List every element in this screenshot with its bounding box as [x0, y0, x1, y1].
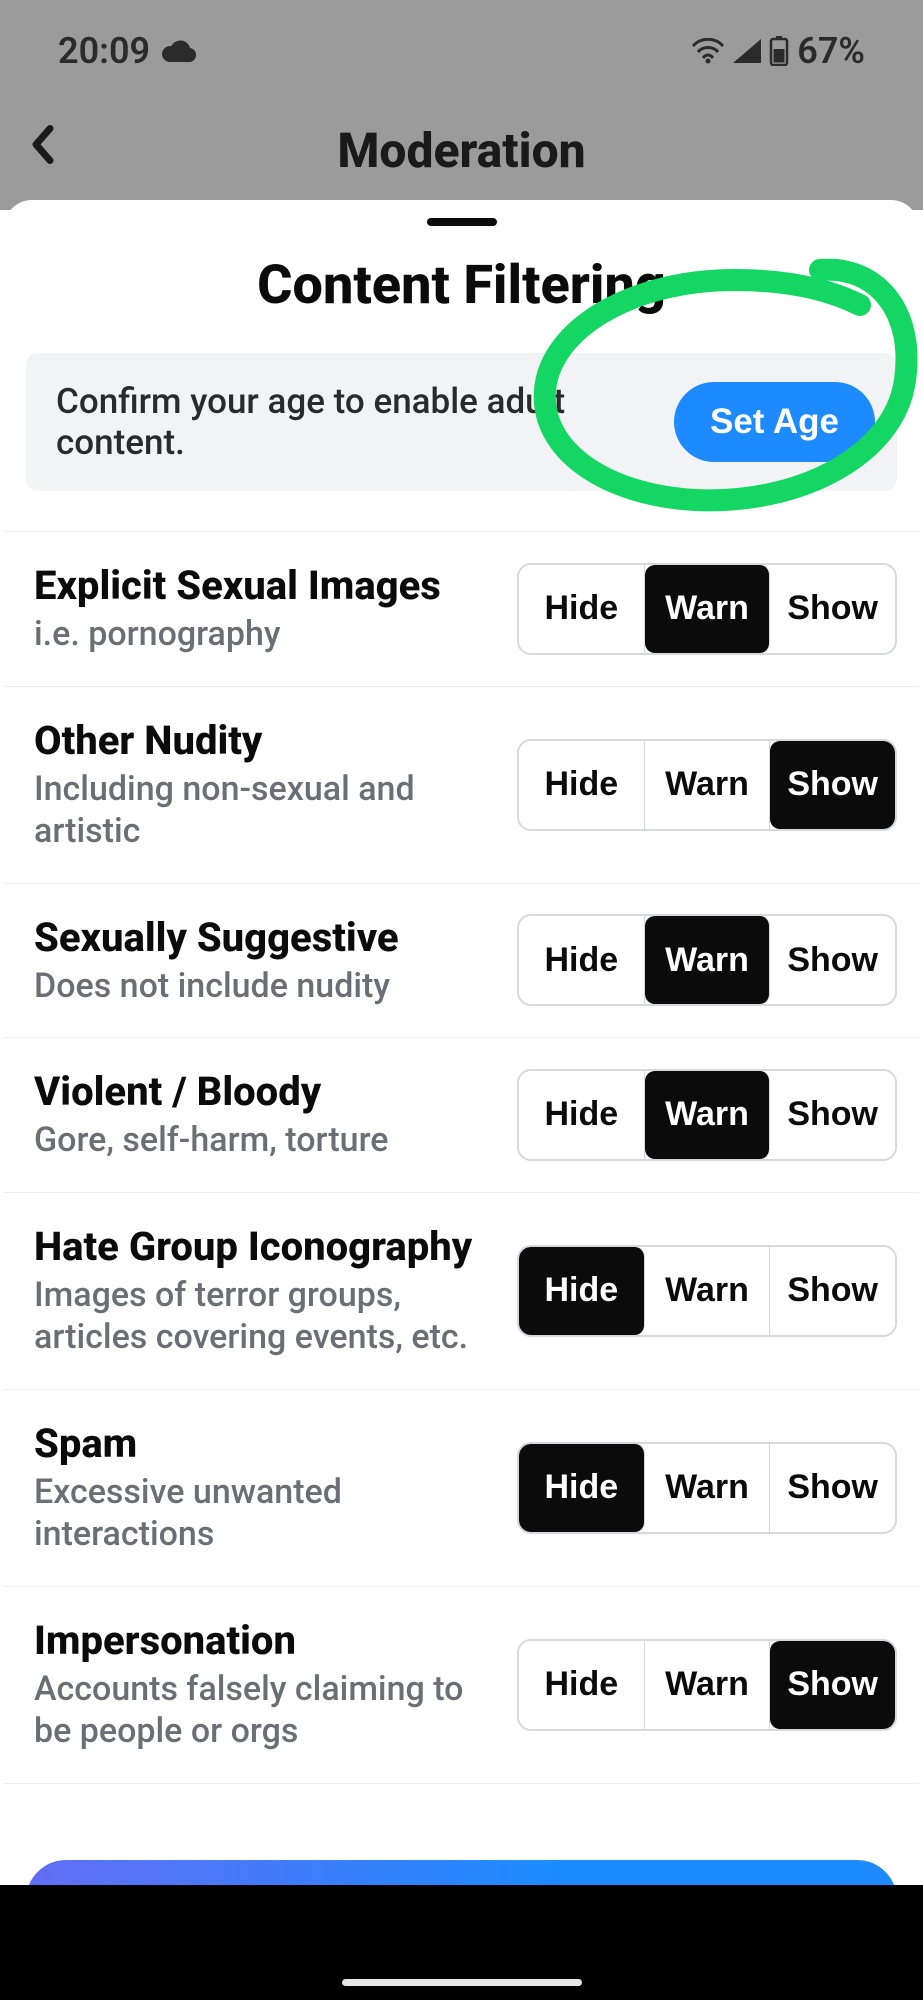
wifi-icon: [691, 38, 725, 64]
age-confirmation-banner: Confirm your age to enable adult content…: [26, 353, 897, 491]
filter-segmented-control: HideWarnShow: [517, 1245, 897, 1337]
filter-segmented-control: HideWarnShow: [517, 1639, 897, 1731]
filter-title: Spam: [34, 1420, 493, 1467]
filter-text: Explicit Sexual Imagesi.e. pornography: [34, 562, 493, 656]
filter-option-show[interactable]: Show: [770, 1071, 895, 1159]
filter-list: Explicit Sexual Imagesi.e. pornography Hi…: [4, 531, 919, 1784]
filter-title: Other Nudity: [34, 717, 493, 764]
battery-icon: [769, 36, 789, 66]
filter-option-show[interactable]: Show: [770, 1247, 895, 1335]
filter-subtitle: Does not include nudity: [34, 965, 493, 1008]
filter-option-show[interactable]: Show: [770, 1641, 895, 1729]
sheet-title: Content Filtering: [4, 254, 919, 317]
filter-option-hide[interactable]: Hide: [519, 1444, 645, 1532]
filter-option-show[interactable]: Show: [770, 1444, 895, 1532]
filter-subtitle: Images of terror groups, articles coveri…: [34, 1274, 493, 1359]
filter-option-warn[interactable]: Warn: [645, 916, 771, 1004]
filter-option-warn[interactable]: Warn: [645, 741, 771, 829]
filter-title: Explicit Sexual Images: [34, 562, 493, 609]
filter-option-warn[interactable]: Warn: [645, 565, 771, 653]
filter-option-warn[interactable]: Warn: [645, 1247, 771, 1335]
filter-option-hide[interactable]: Hide: [519, 1071, 645, 1159]
filter-row: Explicit Sexual Imagesi.e. pornography Hi…: [4, 532, 919, 687]
filter-title: Impersonation: [34, 1617, 493, 1664]
content-filtering-sheet: Content Filtering Confirm your age to en…: [4, 200, 919, 2000]
set-age-button[interactable]: Set Age: [674, 382, 875, 462]
filter-text: Other NudityIncluding non-sexual and art…: [34, 717, 493, 853]
filter-subtitle: i.e. pornography: [34, 613, 493, 656]
filter-row: SpamExcessive unwanted interactions HideW…: [4, 1390, 919, 1587]
filter-option-warn[interactable]: Warn: [645, 1444, 771, 1532]
filter-option-hide[interactable]: Hide: [519, 741, 645, 829]
filter-segmented-control: HideWarnShow: [517, 563, 897, 655]
filter-segmented-control: HideWarnShow: [517, 1442, 897, 1534]
filter-text: Sexually SuggestiveDoes not include nudi…: [34, 914, 493, 1008]
background-dim: 20:09 67% Modera: [0, 0, 923, 210]
filter-title: Hate Group Iconography: [34, 1223, 493, 1270]
filter-title: Sexually Suggestive: [34, 914, 493, 961]
filter-text: Violent / BloodyGore, self-harm, torture: [34, 1068, 493, 1162]
filter-title: Violent / Bloody: [34, 1068, 493, 1115]
background-title: Moderation: [337, 122, 585, 179]
filter-subtitle: Including non-sexual and artistic: [34, 768, 493, 853]
filter-subtitle: Gore, self-harm, torture: [34, 1119, 493, 1162]
filter-segmented-control: HideWarnShow: [517, 1069, 897, 1161]
signal-icon: [733, 39, 761, 63]
filter-option-hide[interactable]: Hide: [519, 1641, 645, 1729]
filter-row: Violent / BloodyGore, self-harm, torture…: [4, 1038, 919, 1193]
status-battery-text: 67%: [797, 30, 865, 72]
filter-row: Hate Group IconographyImages of terror g…: [4, 1193, 919, 1390]
filter-segmented-control: HideWarnShow: [517, 739, 897, 831]
filter-subtitle: Excessive unwanted interactions: [34, 1471, 493, 1556]
filter-text: SpamExcessive unwanted interactions: [34, 1420, 493, 1556]
age-banner-text: Confirm your age to enable adult content…: [56, 381, 662, 463]
filter-segmented-control: HideWarnShow: [517, 914, 897, 1006]
cloud-icon: [162, 31, 196, 71]
filter-row: Sexually SuggestiveDoes not include nudi…: [4, 884, 919, 1039]
filter-row: Other NudityIncluding non-sexual and art…: [4, 687, 919, 884]
device-screen: 20:09 67% Modera: [0, 0, 923, 2000]
filter-option-show[interactable]: Show: [770, 741, 895, 829]
filter-option-hide[interactable]: Hide: [519, 1247, 645, 1335]
sheet-drag-handle[interactable]: [427, 218, 497, 226]
status-bar: 20:09 67%: [0, 0, 923, 72]
filter-option-show[interactable]: Show: [770, 565, 895, 653]
filter-text: Hate Group IconographyImages of terror g…: [34, 1223, 493, 1359]
filter-text: ImpersonationAccounts falsely claiming t…: [34, 1617, 493, 1753]
filter-option-hide[interactable]: Hide: [519, 565, 645, 653]
filter-option-warn[interactable]: Warn: [645, 1641, 771, 1729]
filter-option-hide[interactable]: Hide: [519, 916, 645, 1004]
status-time: 20:09: [58, 30, 150, 72]
filter-subtitle: Accounts falsely claiming to be people o…: [34, 1668, 493, 1753]
filter-option-warn[interactable]: Warn: [645, 1071, 771, 1159]
filter-row: ImpersonationAccounts falsely claiming t…: [4, 1587, 919, 1784]
filter-option-show[interactable]: Show: [770, 916, 895, 1004]
home-indicator[interactable]: [342, 1979, 582, 1986]
background-nav: Moderation: [0, 100, 923, 200]
back-icon[interactable]: [28, 123, 58, 178]
